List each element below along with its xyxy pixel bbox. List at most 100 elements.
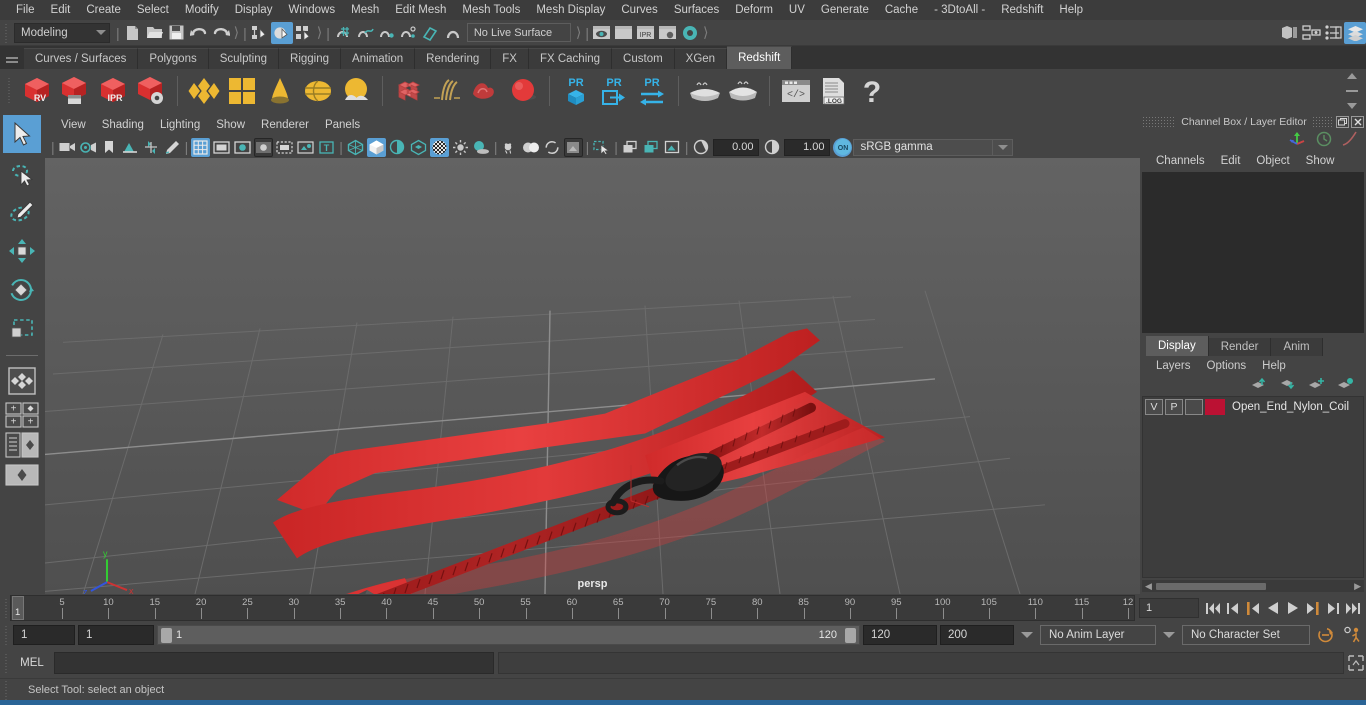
- select-by-component-icon[interactable]: [293, 22, 315, 44]
- status-line-grip[interactable]: [2, 22, 10, 44]
- smooth-shade-icon[interactable]: [366, 137, 386, 157]
- color-management-dropdown-icon[interactable]: [993, 138, 1014, 156]
- current-time-field[interactable]: 1: [1139, 598, 1199, 618]
- go-to-end-icon[interactable]: [1343, 598, 1362, 618]
- shelf-tab-redshift[interactable]: Redshift: [727, 46, 793, 69]
- layer-list[interactable]: V P Open_End_Nylon_Coil: [1142, 395, 1364, 578]
- layer-menu-help[interactable]: Help: [1254, 360, 1294, 372]
- show-hide-attribute-editor-icon[interactable]: [1300, 22, 1322, 44]
- menu-windows[interactable]: Windows: [280, 0, 343, 20]
- scrollbar-thumb[interactable]: [1156, 582, 1266, 590]
- shelf-tab-rendering[interactable]: Rendering: [415, 48, 492, 69]
- menu-mesh-display[interactable]: Mesh Display: [528, 0, 613, 20]
- layer-menu-layers[interactable]: Layers: [1148, 360, 1199, 372]
- 2d-pan-zoom-icon[interactable]: [142, 138, 161, 157]
- undock-icon[interactable]: [1336, 115, 1349, 128]
- textured-icon[interactable]: [409, 138, 428, 157]
- range-end-handle[interactable]: [845, 627, 856, 643]
- new-layer-from-selected-icon[interactable]: [1337, 377, 1354, 393]
- layer-visibility-toggle[interactable]: V: [1145, 398, 1163, 415]
- viewport-snapshot-icon[interactable]: [621, 138, 640, 157]
- viewport-menu-lighting[interactable]: Lighting: [152, 115, 208, 136]
- channel-menu-show[interactable]: Show: [1298, 155, 1343, 167]
- redshift-log-icon[interactable]: .LOG: [815, 72, 853, 110]
- time-slider-grip[interactable]: [2, 597, 10, 619]
- move-layer-down-icon[interactable]: [1279, 377, 1296, 393]
- menu-3dtoall[interactable]: - 3DtoAll -: [926, 0, 993, 20]
- layer-color-swatch[interactable]: [1205, 398, 1225, 415]
- menu-modify[interactable]: Modify: [177, 0, 227, 20]
- last-tool-used-icon[interactable]: [3, 362, 41, 400]
- animation-end-field[interactable]: 200: [940, 625, 1014, 645]
- play-backwards-icon[interactable]: [1263, 598, 1282, 618]
- film-origin-icon[interactable]: [275, 138, 294, 157]
- outliner-persp-layout-icon[interactable]: [3, 431, 41, 459]
- redshift-render-settings-icon[interactable]: [132, 72, 170, 110]
- redshift-sphere-icon[interactable]: [504, 72, 542, 110]
- channel-menu-object[interactable]: Object: [1248, 155, 1297, 167]
- redshift-render-sequence-icon[interactable]: [56, 72, 94, 110]
- viewport-render-icon[interactable]: [663, 138, 682, 157]
- shelf-tab-sculpting[interactable]: Sculpting: [208, 48, 280, 69]
- layer-playback-toggle[interactable]: P: [1165, 398, 1183, 415]
- save-scene-icon[interactable]: [166, 22, 188, 44]
- select-by-object-icon[interactable]: [270, 21, 293, 44]
- lasso-select-tool[interactable]: [3, 154, 41, 192]
- menu-surfaces[interactable]: Surfaces: [666, 0, 727, 20]
- move-layer-up-icon[interactable]: [1250, 377, 1267, 393]
- make-live-icon[interactable]: [442, 22, 464, 44]
- shelf-tab-xgen[interactable]: XGen: [674, 48, 728, 69]
- redo-icon[interactable]: [210, 22, 232, 44]
- depth-of-field-icon[interactable]: [563, 137, 583, 157]
- xray-joints-icon[interactable]: T: [317, 138, 336, 157]
- curve-icon[interactable]: [1342, 131, 1358, 150]
- shelf-scroll-up-icon[interactable]: [1347, 73, 1357, 79]
- menu-file[interactable]: File: [8, 0, 43, 20]
- new-scene-icon[interactable]: [122, 22, 144, 44]
- current-time-indicator[interactable]: 1: [12, 596, 24, 620]
- redshift-bake-set-icon[interactable]: [724, 72, 762, 110]
- render-settings-icon[interactable]: [657, 22, 679, 44]
- film-gate-icon[interactable]: [212, 138, 231, 157]
- command-input[interactable]: [54, 652, 494, 674]
- viewport-menu-show[interactable]: Show: [208, 115, 253, 136]
- wireframe-icon[interactable]: [346, 138, 365, 157]
- play-forwards-icon[interactable]: [1283, 598, 1302, 618]
- character-set-field[interactable]: No Character Set: [1182, 625, 1310, 645]
- redshift-volume-icon[interactable]: [466, 72, 504, 110]
- help-line-grip[interactable]: [2, 679, 10, 701]
- new-layer-icon[interactable]: [1308, 377, 1325, 393]
- color-management-toggle[interactable]: ON: [833, 137, 853, 157]
- shelf-tab-animation[interactable]: Animation: [341, 48, 416, 69]
- redshift-bake-icon[interactable]: [686, 72, 724, 110]
- layer-list-horizontal-scrollbar[interactable]: ◀ ▶: [1142, 580, 1364, 592]
- shelf-scroll-arrows[interactable]: [1342, 73, 1362, 109]
- menu-deform[interactable]: Deform: [727, 0, 781, 20]
- command-language-label[interactable]: MEL: [10, 657, 54, 669]
- tab-display[interactable]: Display: [1146, 335, 1209, 356]
- character-set-dropdown-icon[interactable]: [1163, 632, 1175, 638]
- range-start-field[interactable]: 1: [78, 625, 154, 645]
- shelf-tab-polygons[interactable]: Polygons: [138, 48, 209, 69]
- multisample-icon[interactable]: [543, 138, 562, 157]
- panel-grip-left[interactable]: [1142, 115, 1176, 128]
- paint-select-tool[interactable]: [3, 193, 41, 231]
- shelf-tab-curves-surfaces[interactable]: Curves / Surfaces: [24, 48, 139, 69]
- shelf-tab-fx[interactable]: FX: [491, 48, 529, 69]
- layer-type-toggle[interactable]: [1185, 398, 1203, 415]
- script-editor-icon[interactable]: [1346, 652, 1366, 674]
- menu-edit[interactable]: Edit: [43, 0, 79, 20]
- menu-help[interactable]: Help: [1051, 0, 1091, 20]
- redshift-render-view-icon[interactable]: RV: [18, 72, 56, 110]
- range-bar[interactable]: 1 120: [157, 625, 860, 645]
- undo-icon[interactable]: [188, 22, 210, 44]
- layer-menu-options[interactable]: Options: [1199, 360, 1255, 372]
- layer-row[interactable]: V P Open_End_Nylon_Coil: [1143, 397, 1363, 417]
- step-back-keyframe-icon[interactable]: [1223, 598, 1242, 618]
- snap-to-view-plane-icon[interactable]: [420, 22, 442, 44]
- shaded-wireframe-icon[interactable]: [388, 138, 407, 157]
- hypershade-icon[interactable]: [679, 22, 701, 44]
- redshift-proxy-icon[interactable]: [390, 72, 428, 110]
- menu-mesh-tools[interactable]: Mesh Tools: [454, 0, 528, 20]
- clock-icon[interactable]: [1316, 131, 1332, 150]
